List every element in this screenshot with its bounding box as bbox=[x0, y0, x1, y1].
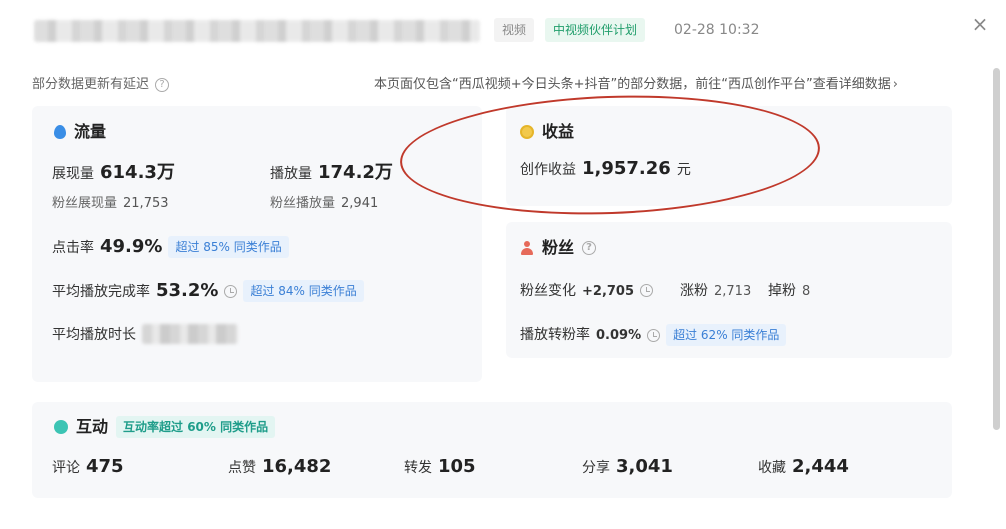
chevron-right-icon: › bbox=[892, 77, 898, 92]
platform-link-text: 本页面仅包含“西瓜视频+今日头条+抖音”的部分数据，前往“西瓜创作平台”查看详细… bbox=[374, 77, 891, 92]
interaction-title-text: 互动 bbox=[76, 417, 109, 436]
favorites-metric: 收藏 2,444 bbox=[758, 456, 849, 477]
clock-icon[interactable] bbox=[224, 284, 238, 298]
fans-title-text: 粉丝 bbox=[542, 238, 575, 257]
reposts-metric: 转发 105 bbox=[404, 456, 476, 477]
fans-conversion-value: 0.09% bbox=[596, 328, 642, 343]
duration-label: 平均播放时长 bbox=[52, 327, 136, 343]
completion-badge: 超过 84% 同类作品 bbox=[243, 280, 364, 302]
fan-plays-label: 粉丝播放量 bbox=[270, 196, 336, 211]
duration-metric: 平均播放时长 bbox=[52, 324, 238, 344]
question-circle-icon[interactable]: ? bbox=[582, 241, 597, 255]
comments-label: 评论 bbox=[52, 460, 80, 476]
clock-icon[interactable] bbox=[640, 283, 654, 297]
favorites-label: 收藏 bbox=[758, 460, 786, 476]
likes-label: 点赞 bbox=[228, 460, 256, 476]
interaction-badge: 互动率超过 60% 同类作品 bbox=[116, 416, 276, 438]
fans-gain-value: 2,713 bbox=[714, 284, 752, 299]
reposts-value: 105 bbox=[438, 456, 476, 477]
clock-icon[interactable] bbox=[647, 328, 661, 342]
ctr-label: 点击率 bbox=[52, 240, 94, 256]
fans-loss-value: 8 bbox=[802, 284, 811, 299]
interaction-card: 互动 互动率超过 60% 同类作品 评论 475 点赞 16,482 转发 10… bbox=[32, 402, 952, 498]
comments-value: 475 bbox=[86, 456, 124, 477]
fan-impressions-metric: 粉丝展现量 21,753 bbox=[52, 192, 169, 211]
fan-impressions-value: 21,753 bbox=[123, 196, 169, 211]
fans-loss-metric: 掉粉 8 bbox=[768, 280, 810, 300]
chat-bubble-icon bbox=[54, 420, 68, 434]
data-delay-text: 部分数据更新有延迟 bbox=[32, 77, 150, 92]
likes-value: 16,482 bbox=[262, 456, 332, 477]
impressions-metric: 展现量 614.3万 bbox=[52, 158, 175, 184]
fans-change-value: +2,705 bbox=[582, 284, 635, 299]
ctr-value: 49.9% bbox=[100, 236, 163, 257]
fans-gain-metric: 涨粉 2,713 bbox=[680, 280, 751, 300]
plays-label: 播放量 bbox=[270, 166, 312, 182]
publish-date: 02-28 10:32 bbox=[674, 22, 760, 38]
blurred-duration-value bbox=[142, 324, 238, 344]
plays-value: 174.2万 bbox=[318, 162, 393, 183]
scrollbar[interactable] bbox=[993, 68, 1000, 430]
fans-gain-label: 涨粉 bbox=[680, 283, 708, 299]
impressions-label: 展现量 bbox=[52, 166, 94, 182]
shares-metric: 分享 3,041 bbox=[582, 456, 673, 477]
ctr-badge: 超过 85% 同类作品 bbox=[168, 236, 289, 258]
fans-title: 粉丝 ? bbox=[520, 238, 597, 258]
close-icon[interactable]: × bbox=[968, 12, 992, 36]
fans-conversion-metric: 播放转粉率 0.09% 超过 62% 同类作品 bbox=[520, 324, 787, 346]
shares-value: 3,041 bbox=[616, 456, 673, 477]
fan-plays-metric: 粉丝播放量 2,941 bbox=[270, 192, 378, 211]
blurred-video-title bbox=[34, 20, 480, 42]
video-type-tag: 视频 bbox=[494, 18, 535, 42]
fans-loss-label: 掉粉 bbox=[768, 283, 796, 299]
likes-metric: 点赞 16,482 bbox=[228, 456, 331, 477]
fans-conversion-label: 播放转粉率 bbox=[520, 327, 590, 343]
plays-metric: 播放量 174.2万 bbox=[270, 158, 393, 184]
completion-metric: 平均播放完成率 53.2% 超过 84% 同类作品 bbox=[52, 280, 364, 302]
dialog-header: 视频 中视频伙伴计划 02-28 10:32 × bbox=[0, 0, 1006, 62]
traffic-title: 流量 bbox=[54, 122, 106, 142]
ctr-metric: 点击率 49.9% 超过 85% 同类作品 bbox=[52, 236, 289, 258]
fans-conversion-badge: 超过 62% 同类作品 bbox=[666, 324, 787, 346]
fan-impressions-label: 粉丝展现量 bbox=[52, 196, 118, 211]
fan-plays-value: 2,941 bbox=[341, 196, 379, 211]
shares-label: 分享 bbox=[582, 460, 610, 476]
fans-change-label: 粉丝变化 bbox=[520, 283, 576, 299]
data-delay-notice: 部分数据更新有延迟 ? bbox=[32, 76, 170, 94]
comments-metric: 评论 475 bbox=[52, 456, 124, 477]
traffic-title-text: 流量 bbox=[74, 122, 107, 141]
fans-card: 粉丝 ? 粉丝变化 +2,705 涨粉 2,713 掉粉 8 播放转粉率 0.0… bbox=[506, 222, 952, 358]
favorites-value: 2,444 bbox=[792, 456, 849, 477]
impressions-value: 614.3万 bbox=[100, 162, 175, 183]
water-drop-icon bbox=[54, 125, 66, 139]
partner-plan-tag: 中视频伙伴计划 bbox=[545, 18, 646, 42]
fans-change-metric: 粉丝变化 +2,705 bbox=[520, 280, 654, 300]
interaction-title: 互动 互动率超过 60% 同类作品 bbox=[54, 416, 276, 438]
reposts-label: 转发 bbox=[404, 460, 432, 476]
completion-value: 53.2% bbox=[156, 280, 219, 301]
question-circle-icon[interactable]: ? bbox=[155, 78, 170, 92]
platform-link[interactable]: 本页面仅包含“西瓜视频+今日头条+抖音”的部分数据，前往“西瓜创作平台”查看详细… bbox=[374, 76, 898, 94]
completion-label: 平均播放完成率 bbox=[52, 284, 150, 300]
person-icon bbox=[520, 241, 534, 255]
